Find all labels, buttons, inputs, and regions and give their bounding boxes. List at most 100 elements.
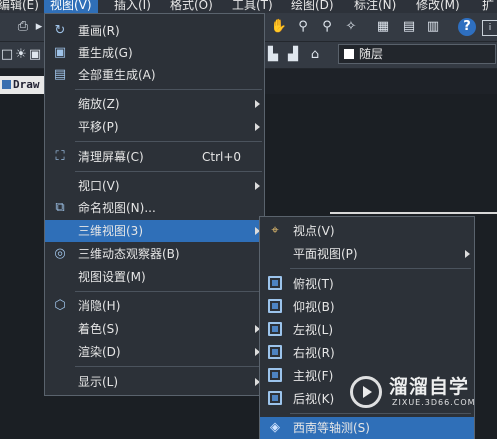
submenu-item-viewpoint[interactable]: ⌖ 视点(V) bbox=[260, 220, 474, 242]
menu-separator bbox=[75, 291, 262, 292]
layer-dropdown-value: 随层 bbox=[359, 47, 384, 61]
regen-all-icon: ▤ bbox=[53, 67, 67, 82]
sw-iso-icon: ◈ bbox=[270, 420, 280, 435]
pan-hand-icon[interactable]: ✋ bbox=[270, 18, 288, 36]
menu-item-3d-views[interactable]: 三维视图(3) bbox=[45, 220, 264, 242]
menu-edit[interactable]: 编辑(E) bbox=[0, 0, 39, 13]
back-view-icon bbox=[268, 391, 282, 405]
menu-insert[interactable]: 插入(I) bbox=[114, 0, 151, 13]
clean-screen-icon: ⛶ bbox=[55, 149, 65, 164]
hide-icon: ⬡ bbox=[54, 298, 66, 313]
menu-item-regen[interactable]: ▣ 重生成(G) bbox=[45, 42, 264, 64]
menu-item-label: 西南等轴测(S) bbox=[293, 421, 370, 435]
menu-item-shortcut: Ctrl+0 bbox=[202, 150, 242, 164]
zoom-realtime-icon[interactable]: ⚲ bbox=[294, 18, 312, 36]
menu-item-label: 视口(V) bbox=[78, 179, 120, 193]
menu-item-label: 仰视(B) bbox=[293, 300, 335, 314]
watermark-title: 溜溜自学 bbox=[389, 376, 470, 398]
menu-format[interactable]: 格式(O) bbox=[170, 0, 213, 13]
menu-item-shade[interactable]: 着色(S) bbox=[45, 318, 264, 340]
menu-modify[interactable]: 修改(M) bbox=[416, 0, 460, 13]
watermark-subtitle: ZIXUE.3D66.COM bbox=[392, 398, 476, 407]
drawing-tab-label: Draw bbox=[13, 78, 40, 91]
right-view-icon bbox=[268, 345, 282, 359]
menu-item-label: 重生成(G) bbox=[78, 46, 133, 60]
menu-item-label: 着色(S) bbox=[78, 322, 119, 336]
menu-separator bbox=[75, 141, 262, 142]
menu-item-redraw[interactable]: ↻ 重画(R) bbox=[45, 20, 264, 42]
top-view-icon bbox=[268, 276, 282, 290]
submenu-item-bottom[interactable]: 仰视(B) bbox=[260, 296, 474, 318]
orbit-icon: ◎ bbox=[54, 246, 66, 261]
regen-icon: ▣ bbox=[53, 45, 67, 60]
menu-item-label: 消隐(H) bbox=[78, 299, 121, 313]
submenu-arrow-icon bbox=[255, 123, 260, 131]
menu-item-label: 左视(L) bbox=[293, 323, 334, 337]
properties-icon[interactable]: ▦ bbox=[374, 18, 392, 36]
menu-item-label: 右视(R) bbox=[293, 346, 335, 360]
submenu-arrow-icon bbox=[255, 100, 260, 108]
menu-separator bbox=[290, 268, 471, 269]
named-view-icon: ⧉ bbox=[55, 200, 65, 215]
submenu-item-sw-isometric[interactable]: ◈ 西南等轴测(S) bbox=[260, 417, 474, 439]
menu-draw[interactable]: 绘图(D) bbox=[291, 0, 334, 13]
menu-item-label: 三维视图(3) bbox=[78, 224, 143, 238]
menu-item-clean-screen[interactable]: ⛶ 清理屏幕(C) Ctrl+0 bbox=[45, 146, 264, 168]
layer-dropdown[interactable]: 随层 bbox=[338, 44, 496, 64]
menu-dimension[interactable]: 标注(N) bbox=[354, 0, 396, 13]
redraw-icon: ↻ bbox=[54, 23, 66, 38]
menu-item-label: 三维动态观察器(B) bbox=[78, 247, 180, 261]
menu-item-label: 俯视(T) bbox=[293, 277, 334, 291]
menu-item-viewports[interactable]: 视口(V) bbox=[45, 175, 264, 197]
menu-view[interactable]: 视图(V) bbox=[44, 0, 98, 13]
menu-item-display[interactable]: 显示(L) bbox=[45, 371, 264, 393]
layer-tool-3-icon[interactable]: ⌂ bbox=[306, 46, 324, 64]
layer-tool-1-icon[interactable]: ▙ bbox=[264, 46, 282, 64]
menu-item-label: 视图设置(M) bbox=[78, 270, 146, 284]
menu-item-label: 缩放(Z) bbox=[78, 97, 120, 111]
viewpoint-icon: ⌖ bbox=[271, 223, 279, 238]
menu-separator bbox=[75, 171, 262, 172]
view-menu: ↻ 重画(R) ▣ 重生成(G) ▤ 全部重生成(A) 缩放(Z) 平移(P) … bbox=[44, 13, 265, 396]
play-logo-icon bbox=[350, 376, 382, 408]
tool-palette-icon[interactable]: ▥ bbox=[424, 18, 442, 36]
menu-item-hide[interactable]: ⬡ 消隐(H) bbox=[45, 295, 264, 317]
menu-separator bbox=[75, 89, 262, 90]
zoom-window-icon[interactable]: ⚲ bbox=[318, 18, 336, 36]
menu-item-label: 视点(V) bbox=[293, 224, 335, 238]
watermark: 溜溜自学 ZIXUE.3D66.COM bbox=[350, 370, 475, 414]
front-view-icon bbox=[268, 368, 282, 382]
zoom-previous-icon[interactable]: ✧ bbox=[342, 18, 360, 36]
layer-tool-2-icon[interactable]: ▟ bbox=[284, 46, 302, 64]
help-icon[interactable]: ? bbox=[458, 18, 476, 36]
menu-item-zoom[interactable]: 缩放(Z) bbox=[45, 93, 264, 115]
drawing-tab[interactable]: Draw bbox=[0, 76, 44, 94]
menu-item-label: 显示(L) bbox=[78, 375, 119, 389]
menu-item-label: 平面视图(P) bbox=[293, 247, 358, 261]
submenu-item-plan-view[interactable]: 平面视图(P) bbox=[260, 243, 474, 265]
menu-item-render[interactable]: 渲染(D) bbox=[45, 341, 264, 363]
menu-item-pan[interactable]: 平移(P) bbox=[45, 116, 264, 138]
menu-item-3d-orbit[interactable]: ◎ 三维动态观察器(B) bbox=[45, 243, 264, 265]
design-center-icon[interactable]: ▤ bbox=[400, 18, 418, 36]
info-icon[interactable]: i bbox=[482, 20, 497, 36]
menu-item-label: 清理屏幕(C) bbox=[78, 150, 144, 164]
menu-item-label: 渲染(D) bbox=[78, 345, 121, 359]
submenu-item-right[interactable]: 右视(R) bbox=[260, 342, 474, 364]
drawing-file-icon bbox=[2, 80, 11, 89]
menu-separator bbox=[75, 366, 262, 367]
layer-color-swatch bbox=[344, 49, 354, 59]
menu-item-view-settings[interactable]: 视图设置(M) bbox=[45, 266, 264, 288]
drawing-line bbox=[330, 212, 497, 214]
menu-item-named-views[interactable]: ⧉ 命名视图(N)... bbox=[45, 197, 264, 219]
left-view-icon bbox=[268, 322, 282, 336]
layer-lock-icon[interactable]: ▣ bbox=[26, 46, 44, 64]
submenu-item-left[interactable]: 左视(L) bbox=[260, 319, 474, 341]
bottom-view-icon bbox=[268, 299, 282, 313]
menu-tools[interactable]: 工具(T) bbox=[232, 0, 273, 13]
menu-item-label: 后视(K) bbox=[293, 392, 335, 406]
menu-item-regen-all[interactable]: ▤ 全部重生成(A) bbox=[45, 64, 264, 86]
menu-item-label: 主视(F) bbox=[293, 369, 334, 383]
submenu-item-top[interactable]: 俯视(T) bbox=[260, 273, 474, 295]
menu-extensions[interactable]: 扩 bbox=[482, 0, 494, 13]
